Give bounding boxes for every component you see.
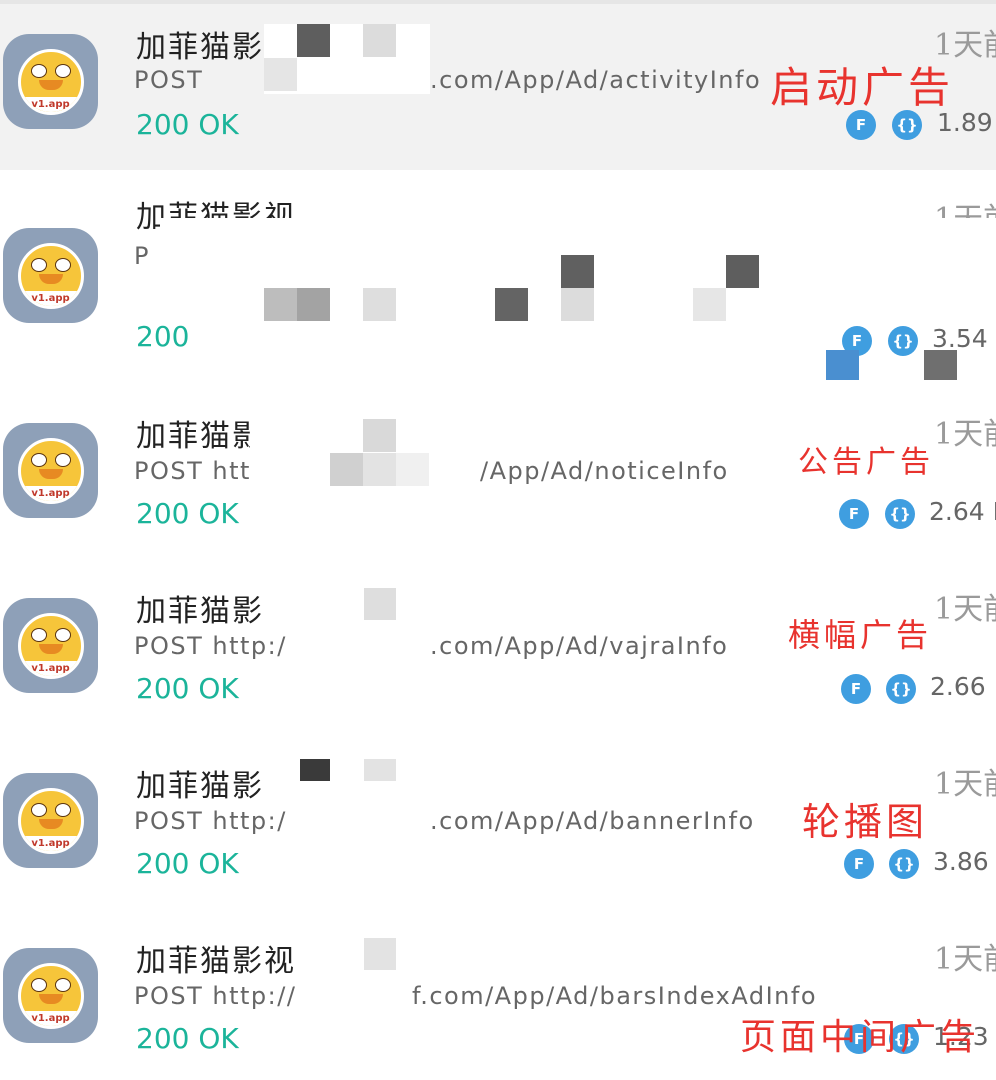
annotation-label: 页面中间广告: [740, 1017, 981, 1058]
status-code: 200: [136, 320, 190, 353]
request-url-path: .com/App/Ad/vajraInfo: [430, 632, 729, 660]
status-code: 200 OK: [136, 108, 239, 141]
request-list: v1.app 加菲猫影 POST .com/App/Ad/activityInf…: [0, 0, 996, 1080]
request-method-url: POST http:/: [134, 807, 287, 835]
json-icon[interactable]: {}: [886, 674, 916, 704]
request-method-url: POST htt: [134, 457, 251, 485]
status-code: 200 OK: [136, 847, 239, 880]
request-url-path: .com/App/Ad/activityInfo: [430, 66, 762, 94]
app-avatar-icon: v1.app: [3, 598, 98, 693]
request-time: 1天前: [934, 417, 996, 452]
request-row[interactable]: v1.app 加菲猫影 POST http:/ .com/App/Ad/vajr…: [0, 558, 996, 734]
format-icon[interactable]: F: [841, 674, 871, 704]
app-name: 加菲猫影视: [136, 944, 296, 979]
app-avatar-icon: v1.app: [3, 423, 98, 518]
request-url-path: f.com/App/Ad/barsIndexAdInfo: [412, 982, 817, 1010]
request-row[interactable]: v1.app 加菲猫影 POST .com/App/Ad/activityInf…: [0, 4, 996, 171]
json-icon[interactable]: {}: [888, 326, 918, 356]
request-time: 1天前: [934, 767, 996, 802]
response-size: 3.54 KB: [932, 324, 996, 353]
app-name: 加菲猫影: [136, 594, 264, 629]
app-avatar-icon: v1.app: [3, 773, 98, 868]
request-method-url: POST http:/: [134, 632, 287, 660]
format-icon[interactable]: F: [839, 499, 869, 529]
format-icon[interactable]: F: [844, 849, 874, 879]
request-url-path: .com/App/Ad/bannerInfo: [430, 807, 755, 835]
status-code: 200 OK: [136, 1022, 239, 1055]
request-row[interactable]: v1.app 加菲猫影视 POST http:// f.com/App/Ad/b…: [0, 908, 996, 1080]
request-row[interactable]: v1.app 加菲猫影 POST http:/ .com/App/Ad/bann…: [0, 733, 996, 909]
app-name: 加菲猫影: [136, 30, 264, 65]
request-time: 1天前: [934, 942, 996, 977]
status-code: 200 OK: [136, 497, 239, 530]
request-method-url: POST http://: [134, 982, 297, 1010]
annotation-label: 公告广告: [798, 445, 934, 480]
app-avatar-icon: v1.app: [3, 228, 98, 323]
app-name: 加菲猫影: [136, 769, 264, 804]
status-code: 200 OK: [136, 672, 239, 705]
request-time: 1天前: [934, 592, 996, 627]
annotation-label: 启动广告: [770, 63, 955, 112]
json-icon[interactable]: {}: [889, 849, 919, 879]
json-icon[interactable]: {}: [885, 499, 915, 529]
request-row[interactable]: v1.app 加菲猫影 POST htt /App/Ad/noticeInfo …: [0, 383, 996, 559]
app-avatar-icon: v1.app: [3, 948, 98, 1043]
request-method-url: P: [134, 242, 150, 270]
response-size: 2.64 KB: [929, 497, 996, 526]
request-method-url: POST: [134, 66, 204, 94]
app-avatar-icon: v1.app: [3, 34, 98, 129]
app-name: 加菲猫影: [136, 419, 264, 454]
response-size: 2.66 KB: [930, 672, 996, 701]
request-row[interactable]: v1.app 加菲猫影视 P 200 1天前 F {} 3.54 KB: [0, 170, 996, 384]
response-size: 3.86 KB: [933, 847, 996, 876]
annotation-label: 横幅广告: [788, 616, 933, 654]
request-url-path: /App/Ad/noticeInfo: [480, 457, 729, 485]
annotation-label: 轮播图: [802, 800, 929, 844]
